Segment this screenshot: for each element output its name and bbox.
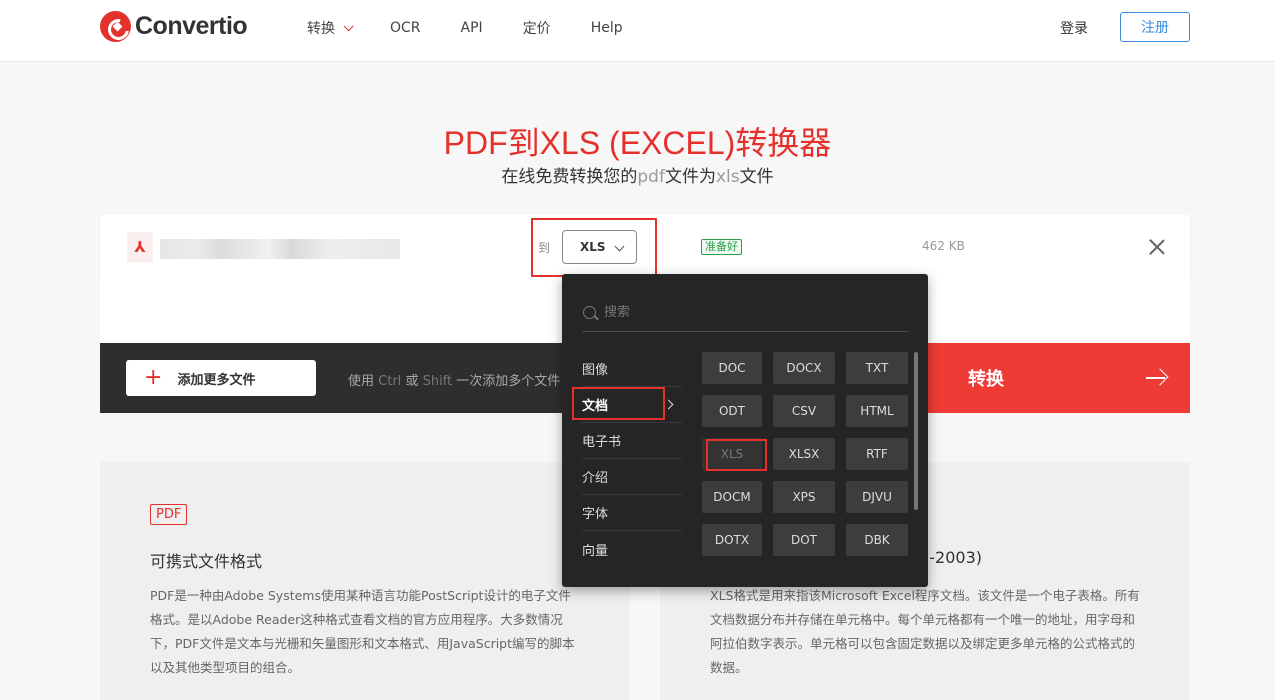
nav-help[interactable]: Help bbox=[591, 18, 623, 38]
category-vector[interactable]: 向量 bbox=[582, 531, 682, 567]
category-font[interactable]: 字体 bbox=[582, 495, 682, 531]
chevron-down-icon bbox=[343, 20, 354, 31]
format-search bbox=[582, 294, 908, 332]
card-description: XLS格式是用来指该Microsoft Excel程序文档。该文件是一个电子表格… bbox=[710, 588, 1140, 675]
highlight-box bbox=[706, 439, 767, 471]
nav-pricing[interactable]: 定价 bbox=[523, 18, 551, 38]
logo-text: Convertio bbox=[135, 12, 248, 40]
nav-ocr[interactable]: OCR bbox=[390, 18, 421, 38]
page-subtitle: 在线免费转换您的pdf文件为xls文件 bbox=[501, 167, 774, 187]
file-size: 462 KB bbox=[922, 239, 965, 253]
arrow-right-icon bbox=[1146, 369, 1166, 387]
format-option[interactable]: RTF bbox=[846, 438, 908, 470]
plus-icon: + bbox=[144, 365, 163, 390]
status-badge: 准备好 bbox=[701, 239, 742, 255]
search-icon bbox=[583, 306, 596, 319]
top-header: Convertio 转换 OCR API 定价 Help 登录 注册 bbox=[0, 0, 1275, 62]
multi-file-hint: 使用 Ctrl 或 Shift 一次添加多个文件 bbox=[348, 374, 561, 389]
format-dropdown: 图像 文档 电子书 介绍 字体 向量 DOC DOCX TXT ODT CSV … bbox=[562, 274, 928, 587]
category-ebook[interactable]: 电子书 bbox=[582, 423, 682, 459]
format-option[interactable]: CSV bbox=[773, 395, 835, 427]
dropdown-scrollbar[interactable] bbox=[914, 352, 918, 510]
category-presentation[interactable]: 介绍 bbox=[582, 459, 682, 495]
nav-convert[interactable]: 转换 bbox=[307, 18, 354, 38]
format-option[interactable]: DOT bbox=[773, 524, 835, 556]
format-tag: PDF bbox=[150, 504, 188, 525]
page-title: PDF到XLS (EXCEL)转换器 bbox=[443, 125, 832, 161]
main-nav: 转换 OCR API 定价 Help bbox=[307, 18, 663, 38]
category-list: 图像 文档 电子书 介绍 字体 向量 bbox=[582, 351, 682, 567]
convertio-logo-icon bbox=[100, 11, 131, 42]
format-option[interactable]: XLSX bbox=[773, 438, 835, 470]
format-option[interactable]: HTML bbox=[846, 395, 908, 427]
nav-api[interactable]: API bbox=[461, 18, 483, 38]
card-title: 可携式文件格式 bbox=[150, 552, 263, 571]
card-description: PDF是一种由Adobe Systems使用某种语言功能PostScript设计… bbox=[150, 588, 575, 675]
close-icon[interactable] bbox=[1149, 239, 1165, 255]
format-option[interactable]: DOCX bbox=[773, 352, 835, 384]
file-name-redacted bbox=[160, 239, 400, 259]
login-link[interactable]: 登录 bbox=[1060, 18, 1088, 38]
register-button[interactable]: 注册 bbox=[1120, 12, 1190, 42]
highlight-box bbox=[531, 218, 657, 277]
card-title: 7-2003) bbox=[919, 548, 982, 567]
format-option[interactable]: DBK bbox=[846, 524, 908, 556]
category-image[interactable]: 图像 bbox=[582, 351, 682, 387]
add-more-files-button[interactable]: + 添加更多文件 bbox=[126, 360, 316, 396]
highlight-box bbox=[572, 387, 665, 420]
format-option[interactable]: ODT bbox=[702, 395, 762, 427]
format-search-input[interactable] bbox=[604, 305, 884, 320]
pdf-file-icon: ⅄ bbox=[127, 232, 153, 262]
format-option[interactable]: DOC bbox=[702, 352, 762, 384]
format-option[interactable]: TXT bbox=[846, 352, 908, 384]
format-option[interactable]: DOCM bbox=[702, 481, 762, 513]
format-option[interactable]: DOTX bbox=[702, 524, 762, 556]
logo[interactable]: Convertio bbox=[100, 11, 248, 42]
convert-button[interactable]: 转换 bbox=[928, 343, 1190, 413]
source-format-card: PDF 可携式文件格式 PDF是一种由Adobe Systems使用某种语言功能… bbox=[100, 462, 630, 700]
format-option[interactable]: XPS bbox=[773, 481, 835, 513]
format-option[interactable]: DJVU bbox=[846, 481, 908, 513]
file-row: ⅄ 到 XLS 准备好 462 KB bbox=[100, 215, 1190, 279]
